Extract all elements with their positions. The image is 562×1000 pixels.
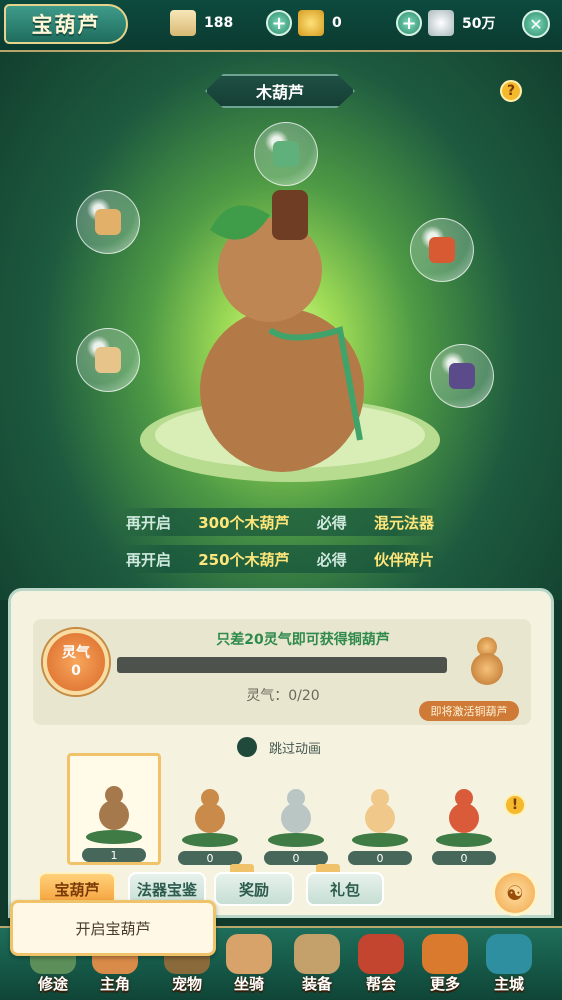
gold-gourd-icon — [363, 787, 397, 839]
reward-bubble[interactable] — [76, 328, 140, 392]
add-silver-button[interactable]: + — [396, 10, 422, 36]
gold-ingot-icon — [298, 10, 324, 36]
nav-equipment[interactable]: 装备 — [286, 932, 348, 998]
next-gourd-tag: 即将激活铜葫芦 — [419, 701, 519, 721]
wand-item-icon — [273, 141, 299, 167]
progress-message: 只差20灵气即可获得铜葫芦 — [216, 632, 390, 648]
silver-ingot-icon — [428, 10, 454, 36]
gourd-slot[interactable]: 0 — [163, 755, 257, 865]
reward-line: 再开启 300个木葫芦 必得 混元法器 — [120, 508, 440, 536]
app: 宝葫芦 188 + 0 + 50万 ✕ 木葫芦 ? 再开启 300个木葫芦 必得… — [0, 0, 562, 1000]
slot-count: 1 — [82, 848, 146, 862]
gourd-slot[interactable]: 0 — [249, 755, 343, 865]
gold-count: 0 — [332, 15, 342, 31]
city-icon — [486, 934, 532, 974]
scroll-icon — [170, 10, 196, 36]
bow-item-icon — [95, 209, 121, 235]
slot-count: 0 — [432, 851, 496, 865]
add-gold-button[interactable]: + — [266, 10, 292, 36]
reward-count: 250个木葫芦 — [198, 550, 290, 569]
progress-readout: 灵气：0/20 — [246, 688, 320, 704]
reward-name: 混元法器 — [373, 513, 434, 532]
bronze-gourd-icon — [463, 627, 513, 699]
nav-label: 宠物 — [171, 975, 202, 993]
nav-label: 帮会 — [365, 975, 396, 993]
gourd-slots: 1 0 0 0 0 — [67, 753, 547, 865]
gourd-stem — [272, 190, 308, 240]
reward-count: 300个木葫芦 — [198, 513, 290, 532]
reward-bubble[interactable] — [76, 190, 140, 254]
reward-bubble[interactable] — [254, 122, 318, 186]
nav-label: 主角 — [99, 975, 130, 993]
medal-label: 灵气 — [62, 645, 90, 661]
nav-mounts[interactable]: 坐骑 — [218, 932, 280, 998]
wood-gourd-icon — [97, 784, 131, 836]
nav-label: 更多 — [429, 975, 460, 993]
gourd-name: 木葫芦 — [205, 74, 355, 108]
gourd-slot-wood[interactable]: 1 — [67, 753, 161, 865]
progress-bar — [117, 657, 447, 673]
gourd-panel: 灵气 0 只差20灵气即可获得铜葫芦 灵气：0/20 即将激活铜葫芦 跳过动画 … — [8, 588, 554, 918]
reward-prefix: 再开启 — [126, 513, 172, 532]
gem-item-icon — [429, 237, 455, 263]
lingqi-medal: 灵气 0 — [43, 629, 109, 695]
tab-rewards[interactable]: 奖励 — [214, 872, 294, 906]
reward-guarantee: 必得 — [316, 550, 347, 569]
reward-line: 再开启 250个木葫芦 必得 伙伴碎片 — [120, 545, 440, 573]
dark-orb-item-icon — [449, 363, 475, 389]
gold-resource: 0 — [298, 10, 342, 36]
silver-resource: 50万 — [428, 10, 496, 36]
nav-label: 主城 — [493, 975, 524, 993]
page-title: 宝葫芦 — [4, 4, 128, 44]
top-bar: 宝葫芦 188 + 0 + 50万 ✕ — [0, 0, 562, 52]
help-icon[interactable]: ? — [500, 80, 522, 102]
slot-count: 0 — [264, 851, 328, 865]
close-button[interactable]: ✕ — [522, 10, 550, 38]
scroll-resource: 188 — [170, 10, 234, 36]
nav-label: 修途 — [37, 975, 68, 993]
nav-more[interactable]: 更多 — [414, 932, 476, 998]
nav-main-city[interactable]: 主城 — [478, 932, 540, 998]
reward-name: 伙伴碎片 — [373, 550, 434, 569]
slot-count: 0 — [178, 851, 242, 865]
reward-bubble[interactable] — [410, 218, 474, 282]
toggle-dot[interactable] — [237, 737, 257, 757]
silver-gourd-icon — [279, 787, 313, 839]
tab-gift-pack[interactable]: 礼包 — [306, 872, 384, 906]
skip-animation-toggle[interactable]: 跳过动画 — [237, 737, 321, 757]
skip-label: 跳过动画 — [269, 741, 322, 757]
swirl-icon[interactable]: ☯ — [492, 870, 538, 916]
guild-icon — [358, 934, 404, 974]
red-gourd-icon — [447, 787, 481, 839]
slot-count: 0 — [348, 851, 412, 865]
alert-icon[interactable]: ! — [504, 794, 526, 816]
gourd-slot[interactable]: 0 — [417, 755, 511, 865]
open-gourd-button[interactable]: 开启宝葫芦 — [10, 900, 216, 956]
reward-guarantee: 必得 — [316, 513, 347, 532]
flask-item-icon — [95, 347, 121, 373]
scroll-count: 188 — [204, 15, 234, 31]
nav-label: 坐骑 — [233, 975, 264, 993]
nav-label: 装备 — [301, 975, 332, 993]
equipment-icon — [294, 934, 340, 974]
bronze-gourd-icon — [193, 787, 227, 839]
gourd-slot[interactable]: 0 — [333, 755, 427, 865]
more-icon — [422, 934, 468, 974]
medal-value: 0 — [71, 663, 81, 679]
reward-prefix: 再开启 — [126, 550, 172, 569]
nav-guild[interactable]: 帮会 — [350, 932, 412, 998]
mount-icon — [226, 934, 272, 974]
reward-bubble[interactable] — [430, 344, 494, 408]
silver-count: 50万 — [462, 16, 496, 32]
progress-box: 灵气 0 只差20灵气即可获得铜葫芦 灵气：0/20 即将激活铜葫芦 — [33, 619, 531, 725]
